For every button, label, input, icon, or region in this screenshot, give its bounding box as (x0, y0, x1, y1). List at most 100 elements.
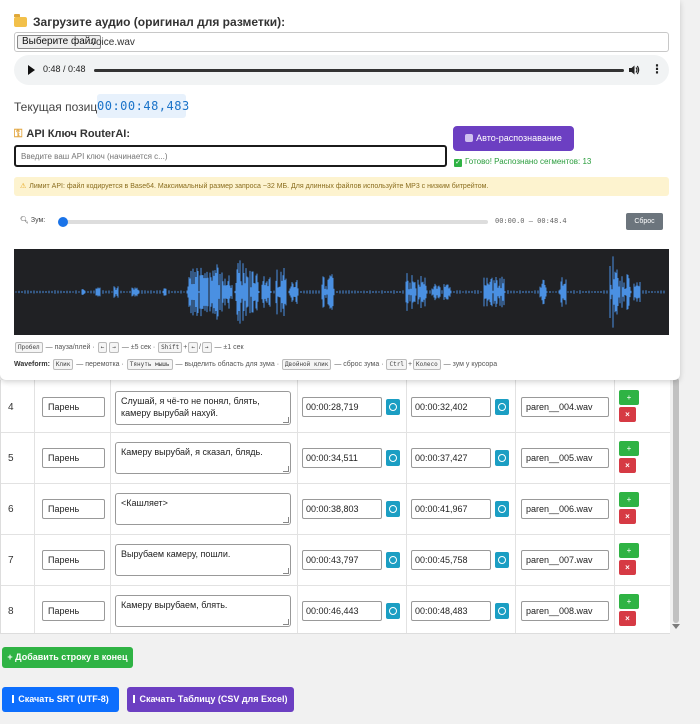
auto-recognize-button[interactable]: Авто-распознавание (453, 126, 574, 151)
set-end-time-button[interactable] (495, 603, 509, 619)
status-text: Готово! Распознано сегментов: 13 (465, 157, 592, 166)
insert-row-button[interactable]: + (619, 543, 639, 558)
zoom-label: 🔍︎ Зум: (20, 216, 45, 224)
zoom-slider[interactable] (58, 217, 488, 227)
download-icon (133, 695, 136, 703)
hint-line-1: Пробел — пауза/плей · ← → — ±5 сек · Shif… (14, 342, 497, 353)
segment-text[interactable]: <Кашляет> (115, 493, 291, 525)
kbd-drag: Тянуть мышь (126, 359, 173, 370)
check-icon: ✓ (454, 159, 462, 167)
set-start-time-button[interactable] (386, 399, 400, 415)
end-time-input[interactable]: 00:00:32,402 (411, 397, 491, 417)
hint-text: — пауза/плей · (45, 344, 95, 351)
set-end-time-button[interactable] (495, 552, 509, 568)
hint-text: — выделить область для зума · (175, 361, 280, 368)
choose-file-button[interactable]: Выберите файл (17, 35, 102, 49)
progress-bar[interactable] (94, 69, 624, 72)
waveform[interactable] (14, 249, 669, 335)
scroll-down-icon[interactable] (672, 624, 680, 629)
kbd-double-click: Двойной клик (282, 359, 332, 370)
file-name-input[interactable]: paren__008.wav (521, 601, 609, 621)
hint-text: — сброс зума · (334, 361, 384, 368)
download-icon (12, 695, 15, 703)
segment-text[interactable]: Камеру вырубай, я сказал, блядь. (115, 442, 291, 474)
insert-row-button[interactable]: + (619, 594, 639, 609)
position-value: 00:00:48,483 (97, 94, 189, 118)
volume-icon[interactable] (628, 64, 640, 76)
zoom-slider-thumb[interactable] (58, 217, 68, 227)
start-time-input[interactable]: 00:00:38,803 (302, 499, 382, 519)
audio-panel: Загрузите аудио (оригинал для разметки):… (0, 0, 680, 380)
hint-line-2: Waveform: Клик — перемотка · Тянуть мышь… (14, 359, 498, 370)
start-time-input[interactable]: 00:00:43,797 (302, 550, 382, 570)
kbd-right: → (109, 342, 119, 353)
segment-text[interactable]: Камеру вырубаем, блять. (115, 595, 291, 627)
delete-row-button[interactable]: × (619, 458, 636, 473)
table-scrollbar[interactable] (670, 370, 682, 634)
file-name-input[interactable]: paren__006.wav (521, 499, 609, 519)
file-name-input[interactable]: paren__007.wav (521, 550, 609, 570)
folder-icon (14, 14, 27, 27)
hint-text: — зум у курсора (443, 361, 498, 368)
delete-row-button[interactable]: × (619, 560, 636, 575)
set-start-time-button[interactable] (386, 603, 400, 619)
start-time-input[interactable]: 00:00:34,511 (302, 448, 382, 468)
delete-row-button[interactable]: × (619, 611, 636, 626)
download-csv-button[interactable]: Скачать Таблицу (CSV для Excel) (127, 687, 294, 712)
search-icon: 🔍︎ (20, 217, 29, 224)
set-end-time-button[interactable] (495, 450, 509, 466)
scrollbar-thumb[interactable] (673, 378, 679, 623)
start-time-input[interactable]: 00:00:28,719 (302, 397, 382, 417)
row-number: 6 (8, 504, 14, 515)
row-number: 4 (8, 402, 14, 413)
speaker-input[interactable]: Парень (42, 499, 105, 519)
end-time-input[interactable]: 00:00:48,483 (411, 601, 491, 621)
delete-row-button[interactable]: × (619, 509, 636, 524)
set-start-time-button[interactable] (386, 450, 400, 466)
segments-table: 4 Парень Слушай, я чё-то не понял, блять… (0, 380, 682, 634)
keyboard-hints: Пробел — пауза/плей · ← → — ±5 сек · Shif… (14, 342, 497, 376)
segment-text[interactable]: Вырубаем камеру, пошли. (115, 544, 291, 576)
add-row-end-button[interactable]: + Добавить строку в конец (2, 647, 133, 668)
file-name-input[interactable]: paren__004.wav (521, 397, 609, 417)
speaker-input[interactable]: Парень (42, 448, 105, 468)
start-time-input[interactable]: 00:00:46,443 (302, 601, 382, 621)
speaker-input[interactable]: Парень (42, 397, 105, 417)
insert-row-button[interactable]: + (619, 492, 639, 507)
delete-row-button[interactable]: × (619, 407, 636, 422)
robot-icon (465, 134, 474, 142)
api-key-input[interactable] (14, 145, 447, 167)
file-name-input[interactable]: paren__005.wav (521, 448, 609, 468)
kbd-left: ← (97, 342, 108, 353)
end-time-input[interactable]: 00:00:37,427 (411, 448, 491, 468)
kbd-click: Клик (52, 359, 74, 370)
table-row: 7 Парень Вырубаем камеру, пошли. 00:00:4… (1, 535, 671, 586)
row-number: 7 (8, 555, 14, 566)
more-options-icon[interactable]: ⋮ (651, 63, 663, 75)
end-time-input[interactable]: 00:00:45,758 (411, 550, 491, 570)
download-srt-button[interactable]: Скачать SRT (UTF-8) (2, 687, 119, 712)
end-time-input[interactable]: 00:00:41,967 (411, 499, 491, 519)
insert-row-button[interactable]: + (619, 441, 639, 456)
table-row: 5 Парень Камеру вырубай, я сказал, блядь… (1, 433, 671, 484)
download-srt-label: Скачать SRT (UTF-8) (18, 694, 109, 704)
warning-banner: ⚠ Лимит API: файл кодируется в Base64. Ма… (14, 177, 669, 196)
api-key-label: ⚿ API Ключ RouterAI: (14, 128, 130, 141)
insert-row-button[interactable]: + (619, 390, 639, 405)
download-csv-label: Скачать Таблицу (CSV для Excel) (139, 694, 288, 704)
segment-text[interactable]: Слушай, я чё-то не понял, блять, камеру … (115, 391, 291, 425)
auto-recognize-label: Авто-распознавание (476, 133, 562, 143)
speaker-input[interactable]: Парень (42, 550, 105, 570)
hint-text: — перемотка · (76, 361, 124, 368)
kbd-shift: Shift (158, 342, 183, 353)
set-end-time-button[interactable] (495, 501, 509, 517)
set-end-time-button[interactable] (495, 399, 509, 415)
zoom-reset-button[interactable]: Сброс (626, 213, 663, 230)
set-start-time-button[interactable] (386, 501, 400, 517)
speaker-input[interactable]: Парень (42, 601, 105, 621)
set-start-time-button[interactable] (386, 552, 400, 568)
play-icon[interactable] (28, 65, 35, 75)
file-input[interactable]: Выберите файл voice.wav (14, 32, 669, 52)
api-key-label-text: API Ключ RouterAI: (26, 128, 130, 140)
waveform-graph[interactable] (14, 249, 669, 335)
